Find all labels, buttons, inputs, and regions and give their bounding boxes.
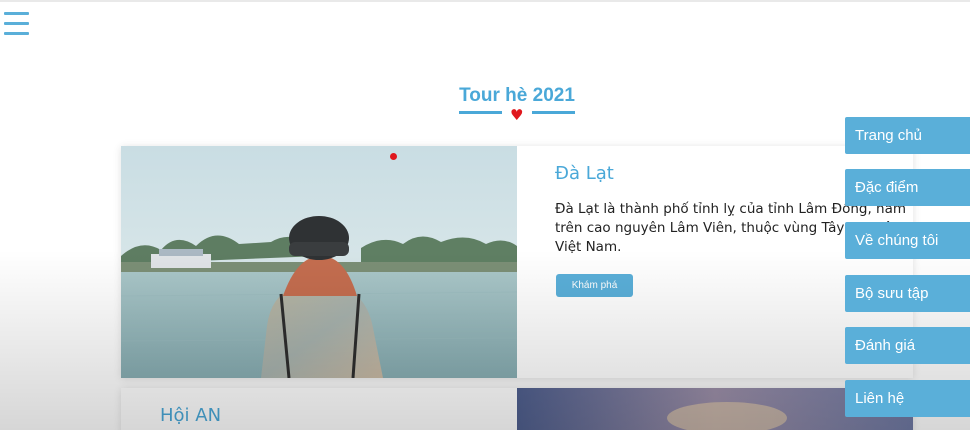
nav-item-about[interactable]: Về chúng tôi xyxy=(845,222,970,259)
title-underline-right xyxy=(532,111,575,114)
explore-button[interactable]: Khám phá xyxy=(556,274,633,297)
top-divider xyxy=(0,0,970,2)
nav-item-reviews[interactable]: Đánh giá xyxy=(845,327,970,364)
nav-item-gallery[interactable]: Bộ sưu tập xyxy=(845,275,970,312)
tour-card-hoian: Hội AN xyxy=(121,388,913,430)
nav-item-home[interactable]: Trang chủ xyxy=(845,117,970,154)
title-underline-left xyxy=(459,111,502,114)
nav-item-features[interactable]: Đặc điểm xyxy=(845,169,970,206)
section-title: Tour hè 2021 xyxy=(459,85,575,106)
cursor-marker xyxy=(390,153,397,160)
hamburger-menu-icon[interactable] xyxy=(4,12,29,36)
tour-photo-dalat xyxy=(121,146,517,378)
tour-card-dalat: Đà Lạt Đà Lạt là thành phố tỉnh lỵ của t… xyxy=(121,146,913,378)
heart-icon: ♥ xyxy=(510,106,524,124)
tour-title-hoian: Hội AN xyxy=(160,405,222,426)
nav-item-contact[interactable]: Liên hệ xyxy=(845,380,970,417)
